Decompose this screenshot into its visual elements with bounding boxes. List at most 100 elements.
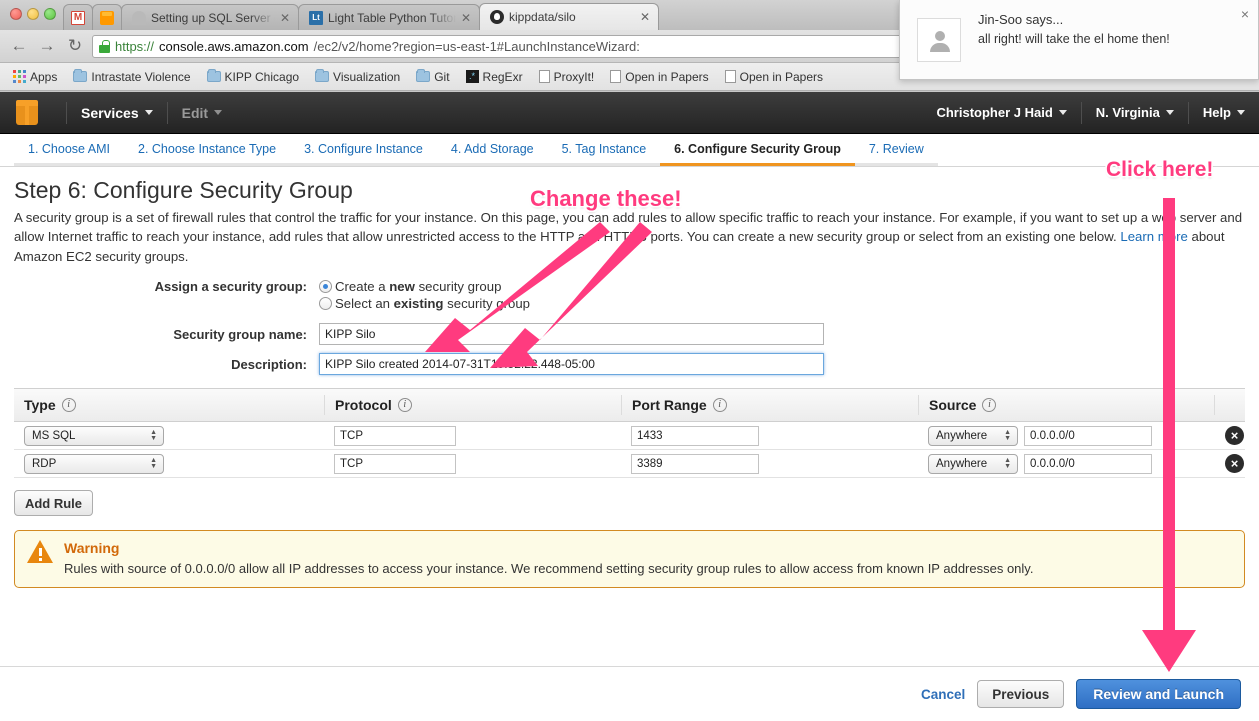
lock-icon [99, 39, 110, 53]
close-window-button[interactable] [10, 8, 22, 20]
column-header-label: Source [929, 397, 977, 414]
tab-choose-ami[interactable]: 1. Choose AMI [14, 134, 124, 166]
forward-icon[interactable]: → [36, 35, 58, 57]
bookmark-apps[interactable]: Apps [6, 68, 64, 86]
cancel-button[interactable]: Cancel [921, 687, 965, 702]
info-icon[interactable]: i [397, 398, 412, 413]
rule-port-range-cell: 3389 [621, 453, 918, 474]
previous-button[interactable]: Previous [977, 680, 1065, 708]
help-menu-label: Help [1202, 105, 1231, 120]
chat-notification-popup[interactable]: Jin-Soo says... all right! will take the… [899, 0, 1259, 80]
select-existing-group-row: Select an existing security group [14, 296, 1245, 311]
rule-type-value: MS SQL [32, 429, 76, 442]
browser-tab-kippdata-silo[interactable]: kippdata/silo ✕ [479, 3, 659, 30]
close-tab-icon[interactable]: ✕ [640, 11, 650, 23]
warning-triangle-icon [27, 540, 53, 564]
rule-source-cidr-input[interactable]: 0.0.0.0/0 [1024, 425, 1152, 446]
browser-tab-gmail[interactable] [63, 4, 93, 30]
chevron-down-icon [1237, 110, 1245, 115]
bookmark-open-in-papers-1[interactable]: Open in Papers [603, 68, 715, 86]
notification-message: all right! will take the el home then! [978, 32, 1170, 46]
stepper-arrows-icon: ▲ ▼ [150, 456, 157, 470]
bookmark-git[interactable]: Git [409, 68, 456, 86]
aws-cube-logo[interactable] [14, 99, 40, 127]
browser-tab-aws-pinned[interactable] [92, 4, 122, 30]
tab-tag-instance[interactable]: 5. Tag Instance [547, 134, 661, 166]
folder-icon [73, 69, 88, 82]
aws-header-right: Christopher J Haid N. Virginia Help [936, 101, 1245, 124]
radio-select-existing-security-group[interactable] [319, 297, 332, 311]
column-header-type: Type i [14, 395, 324, 415]
edit-menu[interactable]: Edit [182, 105, 223, 121]
bookmark-visualization[interactable]: Visualization [308, 68, 407, 86]
tab-choose-instance-type[interactable]: 2. Choose Instance Type [124, 134, 291, 166]
delete-rule-icon[interactable]: × [1225, 426, 1244, 446]
tab-configure-security-group[interactable]: 6. Configure Security Group [660, 134, 855, 166]
close-icon[interactable]: × [1241, 6, 1249, 22]
rule-source-select[interactable]: Anywhere ▲ ▼ [928, 453, 1018, 474]
rule-port-range-input[interactable]: 1433 [631, 425, 759, 446]
rule-source-cidr-input[interactable]: 0.0.0.0/0 [1024, 453, 1152, 474]
radio-new-bold: new [389, 279, 415, 295]
info-icon[interactable]: i [982, 398, 997, 413]
bookmark-intrastate-violence[interactable]: Intrastate Violence [66, 68, 197, 86]
folder-icon [416, 69, 431, 82]
bookmark-kipp-chicago[interactable]: KIPP Chicago [200, 68, 307, 86]
help-menu[interactable]: Help [1203, 105, 1245, 120]
folder-icon [206, 69, 221, 82]
column-header-protocol: Protocol i [324, 395, 621, 416]
close-tab-icon[interactable]: ✕ [461, 12, 471, 24]
bookmark-proxyit[interactable]: ProxyIt! [532, 68, 602, 86]
review-and-launch-button[interactable]: Review and Launch [1076, 679, 1241, 709]
rule-source-value: Anywhere [936, 429, 988, 442]
gmail-icon [71, 10, 85, 25]
browser-tab-sql-server[interactable]: Setting up SQL Server on A ✕ [121, 4, 299, 30]
close-tab-icon[interactable]: ✕ [280, 12, 290, 24]
page-description: A security group is a set of firewall ru… [14, 208, 1245, 266]
services-menu[interactable]: Services [81, 105, 153, 121]
add-rule-button[interactable]: Add Rule [14, 490, 93, 517]
radio-select-existing-label: Select an existing security group [335, 296, 530, 311]
description-input[interactable] [319, 353, 824, 376]
radio-create-new-label: Create a new security group [335, 279, 501, 294]
chevron-down-icon [1058, 110, 1067, 115]
reload-icon[interactable]: ↻ [64, 35, 86, 57]
column-header-label: Port Range [632, 397, 707, 414]
rule-source-select[interactable]: Anywhere ▲ ▼ [928, 425, 1018, 446]
back-icon[interactable]: ← [8, 35, 30, 57]
rule-protocol-input[interactable]: TCP [334, 453, 456, 474]
rule-type-select[interactable]: RDP ▲ ▼ [24, 453, 164, 474]
radio-create-new-security-group[interactable] [319, 280, 332, 294]
url-path: /ec2/v2/home?region=us-east-1#LaunchInst… [313, 38, 640, 54]
rule-port-range-input[interactable]: 3389 [631, 453, 759, 474]
bookmark-open-in-papers-2[interactable]: Open in Papers [718, 68, 830, 86]
page-icon [610, 70, 622, 83]
rule-protocol-input[interactable]: TCP [334, 425, 456, 446]
delete-rule-icon[interactable]: × [1225, 454, 1244, 474]
bookmark-regexr[interactable]: .* RegExr [459, 68, 530, 86]
browser-tab-light-table[interactable]: Lt Light Table Python Tutoria ✕ [298, 4, 480, 30]
folder-icon [315, 69, 330, 82]
delete-rule-cell: × [1214, 426, 1245, 446]
tab-configure-instance[interactable]: 3. Configure Instance [290, 134, 437, 166]
bookmark-label: Visualization [333, 69, 401, 84]
tab-add-storage[interactable]: 4. Add Storage [436, 134, 548, 166]
maximize-window-button[interactable] [44, 8, 56, 20]
info-icon[interactable]: i [712, 398, 727, 413]
notification-title: Jin-Soo says... [978, 12, 1064, 27]
rule-source-value: Anywhere [936, 457, 988, 470]
region-menu[interactable]: N. Virginia [1096, 105, 1174, 120]
browser-tab-label: kippdata/silo [509, 10, 576, 24]
tab-review[interactable]: 7. Review [854, 134, 938, 166]
assign-security-group-row: Assign a security group: Create a new se… [14, 279, 1245, 294]
stepper-arrows-icon: ▲ ▼ [1004, 456, 1011, 470]
learn-more-link[interactable]: Learn more [1120, 229, 1187, 244]
minimize-window-button[interactable] [27, 8, 39, 20]
security-group-name-input[interactable] [319, 323, 824, 346]
info-icon[interactable]: i [61, 398, 76, 413]
account-menu[interactable]: Christopher J Haid [936, 105, 1067, 120]
url-scheme: https:// [115, 38, 155, 54]
radio-new-prefix: Create a [335, 279, 390, 295]
rule-type-select[interactable]: MS SQL ▲ ▼ [24, 425, 164, 446]
warning-banner: Warning Rules with source of 0.0.0.0/0 a… [14, 530, 1245, 589]
